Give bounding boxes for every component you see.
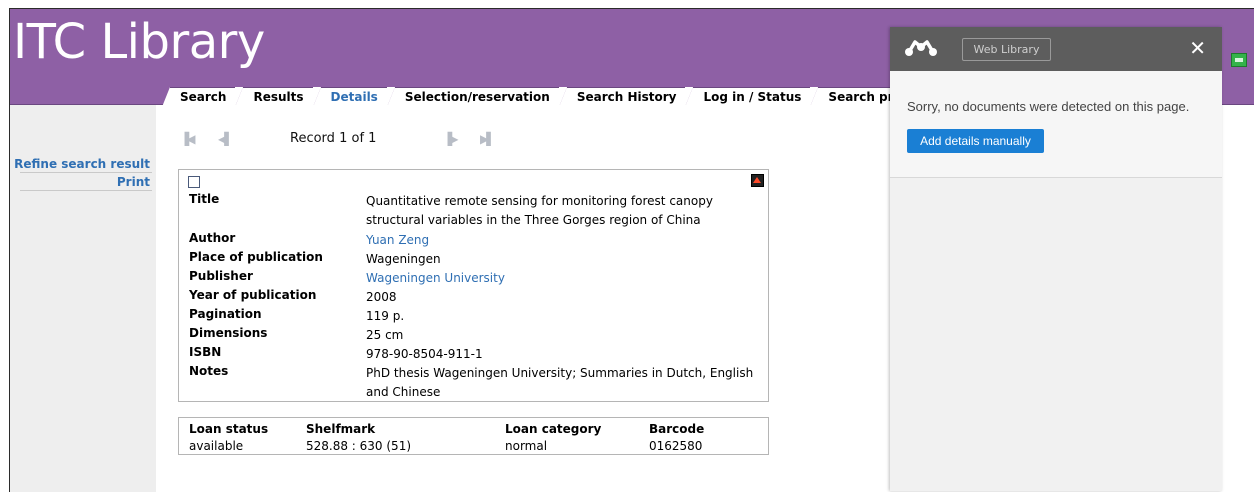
sidebar-divider (20, 190, 152, 191)
field-label: Pagination (189, 307, 262, 321)
loan-table: Loan status Shelfmark Loan category Barc… (178, 417, 769, 455)
field-label: Publisher (189, 269, 253, 283)
first-record-icon[interactable]: ▐◀ (180, 132, 196, 146)
add-details-manually-button[interactable]: Add details manually (907, 129, 1044, 153)
sidebar-item-refine-search[interactable]: Refine search result (14, 157, 150, 171)
field-label: Year of publication (189, 288, 317, 302)
record-of-label: of (351, 131, 365, 146)
web-importer-panel: Web Library ✕ Sorry, no documents were d… (890, 27, 1222, 491)
previous-record-icon[interactable]: ◀▌ (218, 132, 234, 146)
field-value: 2008 (366, 290, 397, 304)
field-value: 978-90-8504-911-1 (366, 347, 483, 361)
field-value: PhD thesis Wageningen University; Summar… (366, 366, 754, 380)
record-counter: Record 1 of 1 (290, 131, 376, 146)
barcode-value: 0162580 (649, 439, 703, 453)
tab-search-history[interactable]: Search History (558, 87, 694, 107)
field-label: Place of publication (189, 250, 323, 264)
field-value-continued: and Chinese (366, 385, 441, 399)
sidebar-divider (20, 172, 152, 173)
field-value: 25 cm (366, 328, 404, 342)
tab-results[interactable]: Results (235, 87, 321, 107)
library-logo-title: ITC Library (13, 14, 265, 70)
sidebar: Refine search result Print (10, 105, 156, 492)
no-documents-message: Sorry, no documents were detected on thi… (907, 99, 1190, 114)
field-label: Title (189, 192, 220, 206)
field-value: Wageningen (366, 252, 441, 266)
field-value: Quantitative remote sensing for monitori… (366, 194, 713, 208)
mendeley-logo-icon (905, 40, 937, 56)
loan-category-value: normal (505, 439, 548, 453)
select-checkbox[interactable] (188, 176, 200, 188)
field-label: Dimensions (189, 326, 268, 340)
last-record-icon[interactable]: ▶▌ (480, 132, 496, 146)
loan-header-status: Loan status (189, 422, 269, 436)
record-total: 1 (368, 131, 377, 146)
tab-details[interactable]: Details (312, 87, 396, 107)
record-label: Record (290, 131, 335, 146)
field-value-continued: structural variables in the Three Gorges… (366, 213, 701, 227)
field-value: 119 p. (366, 309, 405, 323)
close-icon[interactable]: ✕ (1189, 36, 1206, 60)
author-link[interactable]: Yuan Zeng (366, 231, 429, 250)
tab-selection-reservation[interactable]: Selection/reservation (386, 87, 567, 107)
field-label: Author (189, 231, 236, 245)
panel-body: Sorry, no documents were detected on thi… (890, 71, 1222, 178)
loan-status-value: available (189, 439, 244, 453)
publisher-link[interactable]: Wageningen University (366, 269, 505, 288)
loan-header-shelfmark: Shelfmark (306, 422, 376, 436)
tab-bar: Search Results Details Selection/reserva… (161, 87, 947, 107)
field-label: ISBN (189, 345, 222, 359)
loan-header-barcode: Barcode (649, 422, 705, 436)
tab-search[interactable]: Search (161, 87, 244, 107)
shelfmark-value: 528.88 : 630 (51) (306, 439, 412, 453)
field-label: Notes (189, 364, 229, 378)
record-details: Title Quantitative remote sensing for mo… (178, 169, 769, 402)
record-current: 1 (339, 131, 348, 146)
tab-login-status[interactable]: Log in / Status (685, 87, 819, 107)
panel-header: Web Library ✕ (890, 27, 1222, 71)
green-indicator-icon[interactable] (1231, 53, 1247, 67)
sidebar-item-print[interactable]: Print (117, 175, 150, 189)
web-library-button[interactable]: Web Library (962, 38, 1051, 61)
next-record-icon[interactable]: ▐▶ (443, 132, 459, 146)
loan-header-category: Loan category (505, 422, 602, 436)
home-icon[interactable] (751, 174, 764, 187)
